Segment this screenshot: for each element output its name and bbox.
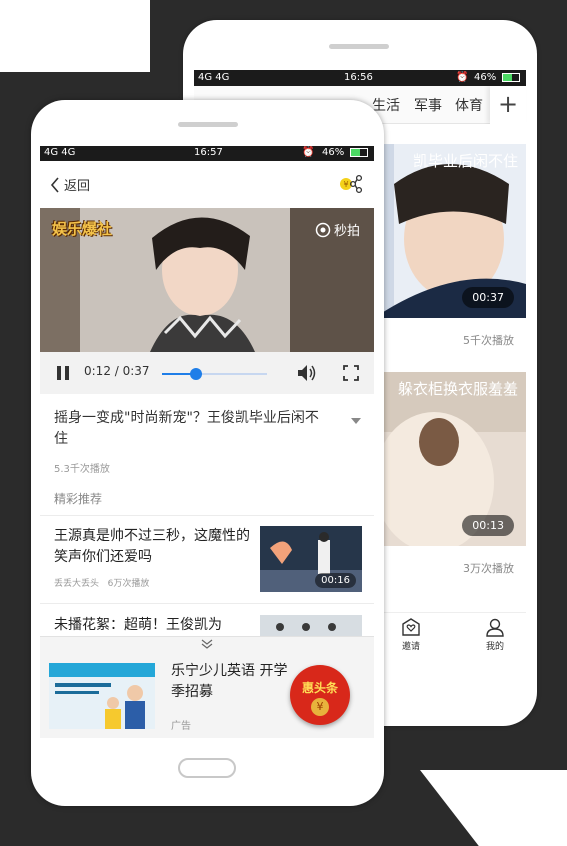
section-heading: 精彩推荐	[54, 492, 103, 506]
nav-label: 邀请	[401, 642, 420, 652]
ad-image[interactable]	[49, 663, 155, 729]
front-phone: 4G 4G 16:57 ⏰ 46% 返回 ¥ 娱乐爆社 秒拍 0:12 / 0:…	[31, 100, 384, 806]
video-frame-image	[260, 615, 362, 637]
nav-item-invite[interactable]: 邀请	[391, 617, 431, 652]
volume-icon[interactable]	[297, 364, 317, 382]
coin-icon: ¥	[311, 698, 329, 716]
signal-indicator: 4G 4G	[44, 147, 76, 158]
ad-picture	[49, 663, 155, 729]
rec-duration: 00:16	[315, 573, 356, 588]
player-controls: 0:12 / 0:37	[40, 352, 374, 394]
nav-label: 我的	[485, 642, 504, 652]
add-tab-button[interactable]: +	[490, 86, 526, 124]
watermark-text: 秒拍	[333, 224, 360, 239]
video-watermark: 秒拍	[315, 220, 360, 239]
user-icon	[486, 618, 504, 637]
tab-military[interactable]: 军事	[414, 95, 442, 115]
tab-sports[interactable]: 体育	[455, 95, 483, 115]
reward-badge[interactable]: 惠头条 ¥	[290, 665, 350, 725]
progress-slider[interactable]	[162, 368, 267, 380]
expand-caret-icon[interactable]	[351, 418, 361, 424]
top-bar: 返回 ¥	[40, 161, 374, 208]
article-title: 摇身一变成"时尚新宠"？王俊凯毕业后闲不住	[54, 410, 319, 447]
alarm-icon: ⏰	[302, 147, 315, 158]
status-time: 16:56	[344, 72, 373, 83]
pause-icon[interactable]	[56, 365, 70, 381]
status-time: 16:57	[194, 147, 223, 158]
video-duration: 00:13	[462, 515, 514, 536]
background-white-shape	[0, 0, 150, 72]
video-duration: 00:37	[462, 287, 514, 308]
ad-banner[interactable]: 乐宁少儿英语 开学季招募 广告 惠头条 ¥	[40, 636, 374, 738]
background-white-shape	[420, 770, 567, 846]
home-button[interactable]	[178, 758, 236, 778]
ad-title: 乐宁少儿英语 开学季招募	[171, 663, 288, 700]
divider	[40, 603, 374, 604]
back-label: 返回	[64, 179, 91, 194]
share-icon: ¥	[340, 174, 363, 194]
progress-thumb[interactable]	[189, 368, 202, 380]
status-bar: 4G 4G 16:56 ⏰ 46%	[194, 70, 526, 86]
signal-indicator: 4G 4G	[198, 72, 230, 83]
speaker	[329, 44, 389, 49]
status-bar: 4G 4G 16:57 ⏰ 46%	[40, 146, 374, 161]
collapse-chevron-icon[interactable]	[200, 639, 214, 649]
rec-source: 丢丢大丢头	[54, 579, 100, 589]
ad-label: 广告	[171, 721, 191, 732]
envelope-heart-icon	[402, 618, 420, 636]
video-player[interactable]: 娱乐爆社 秒拍	[40, 208, 374, 352]
rec-title: 王源真是帅不过三秒，这魔性的笑声你们还爱吗	[54, 528, 250, 565]
svg-text:¥: ¥	[343, 180, 348, 189]
rec-title: 未播花絮：超萌！王俊凯为	[54, 617, 222, 633]
speaker	[178, 122, 238, 127]
battery-icon	[350, 148, 368, 157]
rec-meta: 丢丢大丢头 6万次播放	[54, 576, 149, 589]
camera-icon	[315, 222, 331, 237]
battery-icon	[502, 73, 520, 82]
play-count: 5千次播放	[463, 334, 514, 347]
back-button[interactable]: 返回	[50, 175, 90, 194]
chevron-left-icon	[50, 176, 59, 193]
battery-percent: 46%	[322, 147, 345, 158]
battery-percent: 46%	[474, 72, 497, 83]
nav-item-profile[interactable]: 我的	[475, 617, 515, 652]
video-logo: 娱乐爆社	[52, 220, 113, 238]
divider	[40, 515, 374, 516]
rec-plays: 6万次播放	[107, 579, 150, 589]
play-count: 3万次播放	[463, 562, 514, 575]
list-item[interactable]: 王源真是帅不过三秒，这魔性的笑声你们还爱吗 丢丢大丢头 6万次播放 00:16	[54, 526, 362, 596]
article-play-count: 5.3千次播放	[54, 464, 110, 475]
share-button[interactable]: ¥	[338, 174, 364, 198]
rec-thumbnail[interactable]: 00:16	[260, 526, 362, 592]
fullscreen-icon[interactable]	[343, 365, 359, 381]
alarm-icon: ⏰	[456, 72, 469, 83]
time-display: 0:12 / 0:37	[84, 364, 150, 378]
rec-thumbnail[interactable]	[260, 615, 362, 637]
badge-text: 惠头条	[301, 681, 338, 695]
